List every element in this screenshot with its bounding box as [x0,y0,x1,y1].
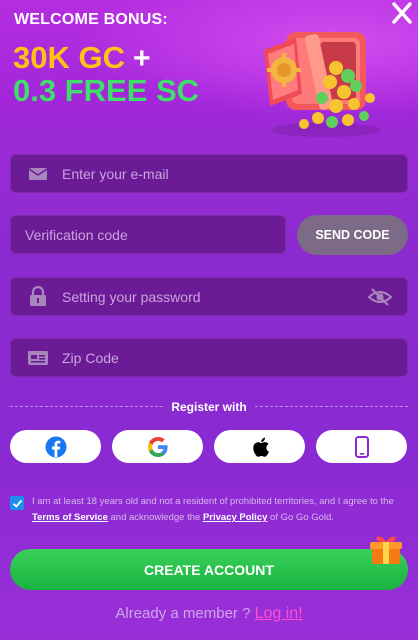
eye-off-icon[interactable] [368,287,392,307]
privacy-policy-link[interactable]: Privacy Policy [203,512,267,523]
phone-icon [354,435,369,458]
password-input[interactable] [62,278,362,315]
id-card-icon [28,351,48,365]
google-button[interactable] [112,430,203,463]
checkmark-icon [12,499,22,508]
mail-icon [28,168,48,180]
already-member-text: Already a member ? [115,605,251,622]
close-icon[interactable] [388,0,416,28]
create-account-button[interactable]: CREATE ACCOUNT [10,549,408,590]
zip-code-field[interactable] [10,338,408,377]
consent-text-part-3: of Go Go Gold. [270,512,334,523]
facebook-icon [45,436,66,457]
password-field[interactable] [10,277,408,316]
send-code-button[interactable]: SEND CODE [297,215,408,255]
email-input[interactable] [62,155,362,192]
apple-icon [252,437,269,457]
facebook-button[interactable] [10,430,101,463]
gc-amount: 30K GC [13,40,125,75]
welcome-title: WELCOME BONUS: [14,11,168,28]
google-icon [147,436,168,457]
apple-button[interactable] [214,430,305,463]
email-field[interactable] [10,154,408,193]
treasure-safe-icon [264,32,381,137]
lock-icon [30,285,46,306]
phone-button[interactable] [316,430,407,463]
verification-code-field[interactable] [10,215,286,254]
consent-text: I am at least 18 years old and not a res… [32,494,410,526]
plus-sign: + [132,42,151,75]
consent-checkbox[interactable] [10,496,24,510]
gc-bonus: 30K GC + [13,40,151,76]
sc-bonus: 0.3 FREE SC [13,73,200,108]
zip-code-input[interactable] [62,339,362,376]
register-with-label: Register with [0,400,418,414]
terms-of-service-link[interactable]: Terms of Service [32,512,108,523]
login-link[interactable]: Log in! [255,605,303,622]
welcome-banner: WELCOME BONUS: 30K GC + 0.3 FREE SC [0,0,418,140]
verification-code-input[interactable] [25,216,275,253]
consent-text-part-1: I am at least 18 years old and not a res… [32,496,394,507]
gift-icon [370,536,402,564]
consent-text-part-2: and acknowledge the [110,512,201,523]
already-member-row: Already a member ? Log in! [0,605,418,623]
